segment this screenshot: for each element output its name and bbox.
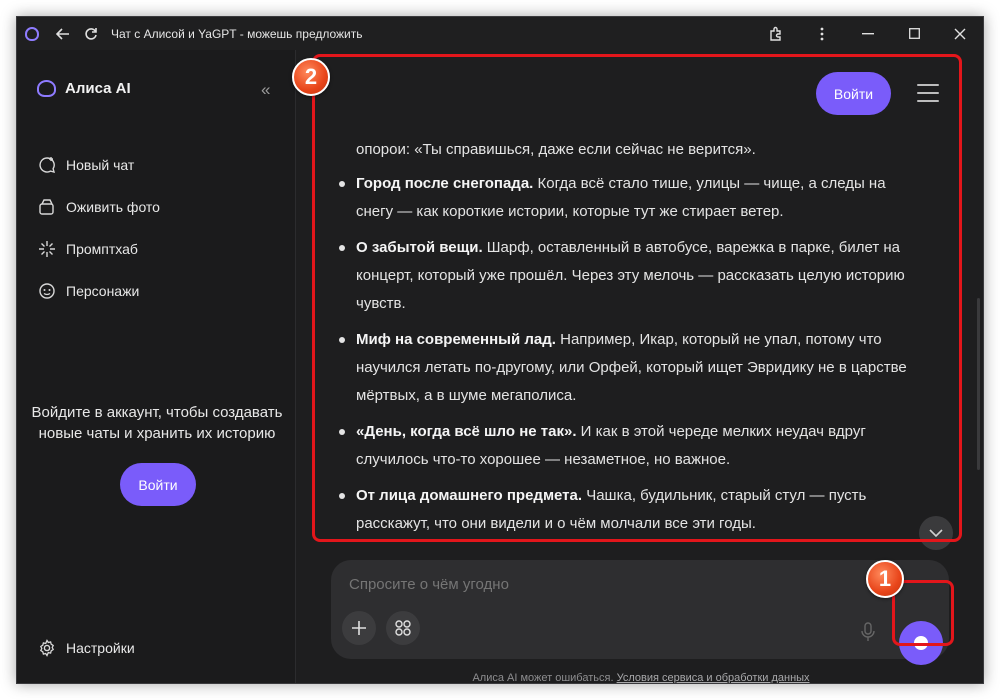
gear-icon <box>37 638 57 658</box>
sidebar-item-characters[interactable]: Персонажи <box>37 270 160 312</box>
composer <box>331 528 949 665</box>
chat-input[interactable] <box>349 576 829 593</box>
login-prompt: Войдите в аккаунт, чтобы создавать новые… <box>31 404 283 442</box>
settings-label: Настройки <box>66 640 135 656</box>
sidebar-nav: Новый чат Оживить фото Промптхаб Персона… <box>37 144 160 312</box>
extension-icon[interactable] <box>753 17 799 50</box>
alice-logo-icon <box>37 80 56 97</box>
disclaimer: Алиса AI может ошибаться. Условия сервис… <box>297 672 983 684</box>
disclaimer-text: Алиса AI может ошибаться. <box>472 672 617 684</box>
sidebar-item-animate-photo[interactable]: Оживить фото <box>37 186 160 228</box>
sparkle-icon <box>37 239 57 259</box>
collapse-sidebar-icon[interactable]: « <box>261 80 270 100</box>
close-icon[interactable] <box>937 17 983 50</box>
composer-box <box>331 560 949 665</box>
brand-name: Алиса AI <box>65 80 131 97</box>
back-arrow-icon[interactable] <box>49 20 77 48</box>
title-bar: Чат с Алисой и YaGPT - можешь предложить <box>17 17 983 50</box>
sidebar-item-label: Персонажи <box>66 283 140 299</box>
terms-link[interactable]: Условия сервиса и обработки данных <box>617 672 810 683</box>
reload-icon[interactable] <box>77 20 105 48</box>
sidebar-item-settings[interactable]: Настройки <box>37 638 135 658</box>
annotation-badge-2: 2 <box>292 58 330 96</box>
sidebar-item-label: Оживить фото <box>66 199 160 215</box>
sidebar: Алиса AI « Новый чат Оживить фото Промпт… <box>17 50 296 683</box>
sidebar-item-label: Новый чат <box>66 157 135 173</box>
attach-plus-button[interactable] <box>342 611 376 645</box>
annotation-badge-1: 1 <box>866 560 904 598</box>
microphone-icon[interactable] <box>861 622 875 647</box>
sidebar-login-button[interactable]: Войти <box>120 463 196 506</box>
window-title: Чат с Алисой и YaGPT - можешь предложить <box>111 26 363 41</box>
chat-plus-icon <box>37 155 57 175</box>
sidebar-item-new-chat[interactable]: Новый чат <box>37 144 160 186</box>
brand[interactable]: Алиса AI <box>37 80 131 97</box>
more-vert-icon[interactable] <box>799 17 845 50</box>
maximize-icon[interactable] <box>891 17 937 50</box>
annotation-box-1 <box>892 580 954 646</box>
mask-icon <box>37 281 57 301</box>
alice-logo-icon <box>25 26 39 41</box>
photo-animate-icon <box>37 197 57 217</box>
scrollbar[interactable] <box>977 298 980 470</box>
sidebar-item-prompthub[interactable]: Промптхаб <box>37 228 160 270</box>
sidebar-item-label: Промптхаб <box>66 241 138 257</box>
minimize-icon[interactable] <box>845 17 891 50</box>
annotation-box-2 <box>312 54 962 542</box>
apps-grid-button[interactable] <box>386 611 420 645</box>
